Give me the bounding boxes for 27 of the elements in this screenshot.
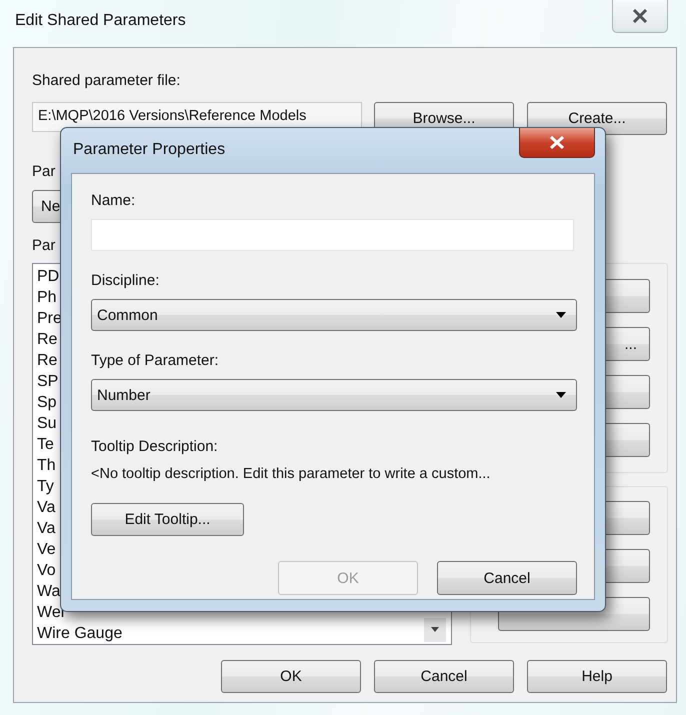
scroll-down-button[interactable] (424, 618, 446, 642)
close-icon (632, 9, 648, 23)
tooltip-label: Tooltip Description: (91, 438, 218, 456)
type-label: Type of Parameter: (91, 352, 219, 370)
name-field[interactable] (91, 219, 574, 251)
dialog-button[interactable]: Cancel (437, 561, 577, 595)
window-title: Edit Shared Parameters (15, 12, 186, 30)
dropdown-arrow-icon (556, 312, 566, 318)
parameters-label: Par (32, 237, 56, 255)
close-button[interactable] (519, 128, 595, 158)
discipline-dropdown[interactable]: Common (91, 299, 577, 331)
dialog-button[interactable]: Cancel (374, 660, 514, 693)
list-item[interactable]: Wire Gauge (33, 623, 451, 644)
down-arrow-icon (430, 627, 440, 633)
close-icon (549, 136, 565, 149)
dropdown-arrow-icon (556, 392, 566, 398)
file-label: Shared parameter file: (32, 72, 180, 90)
edit-tooltip-button[interactable]: Edit Tooltip... (91, 503, 244, 536)
type-dropdown[interactable]: Number (91, 379, 577, 411)
name-label: Name: (91, 192, 136, 210)
tooltip-description: <No tooltip description. Edit this parameter to write a custom... (91, 466, 490, 482)
dialog-title: Parameter Properties (73, 141, 226, 159)
group-label: Par (32, 163, 56, 181)
dialog-button[interactable]: OK (221, 660, 361, 693)
dialog-button[interactable]: Help (527, 660, 667, 693)
close-button[interactable] (612, 0, 668, 33)
discipline-label: Discipline: (91, 272, 160, 290)
